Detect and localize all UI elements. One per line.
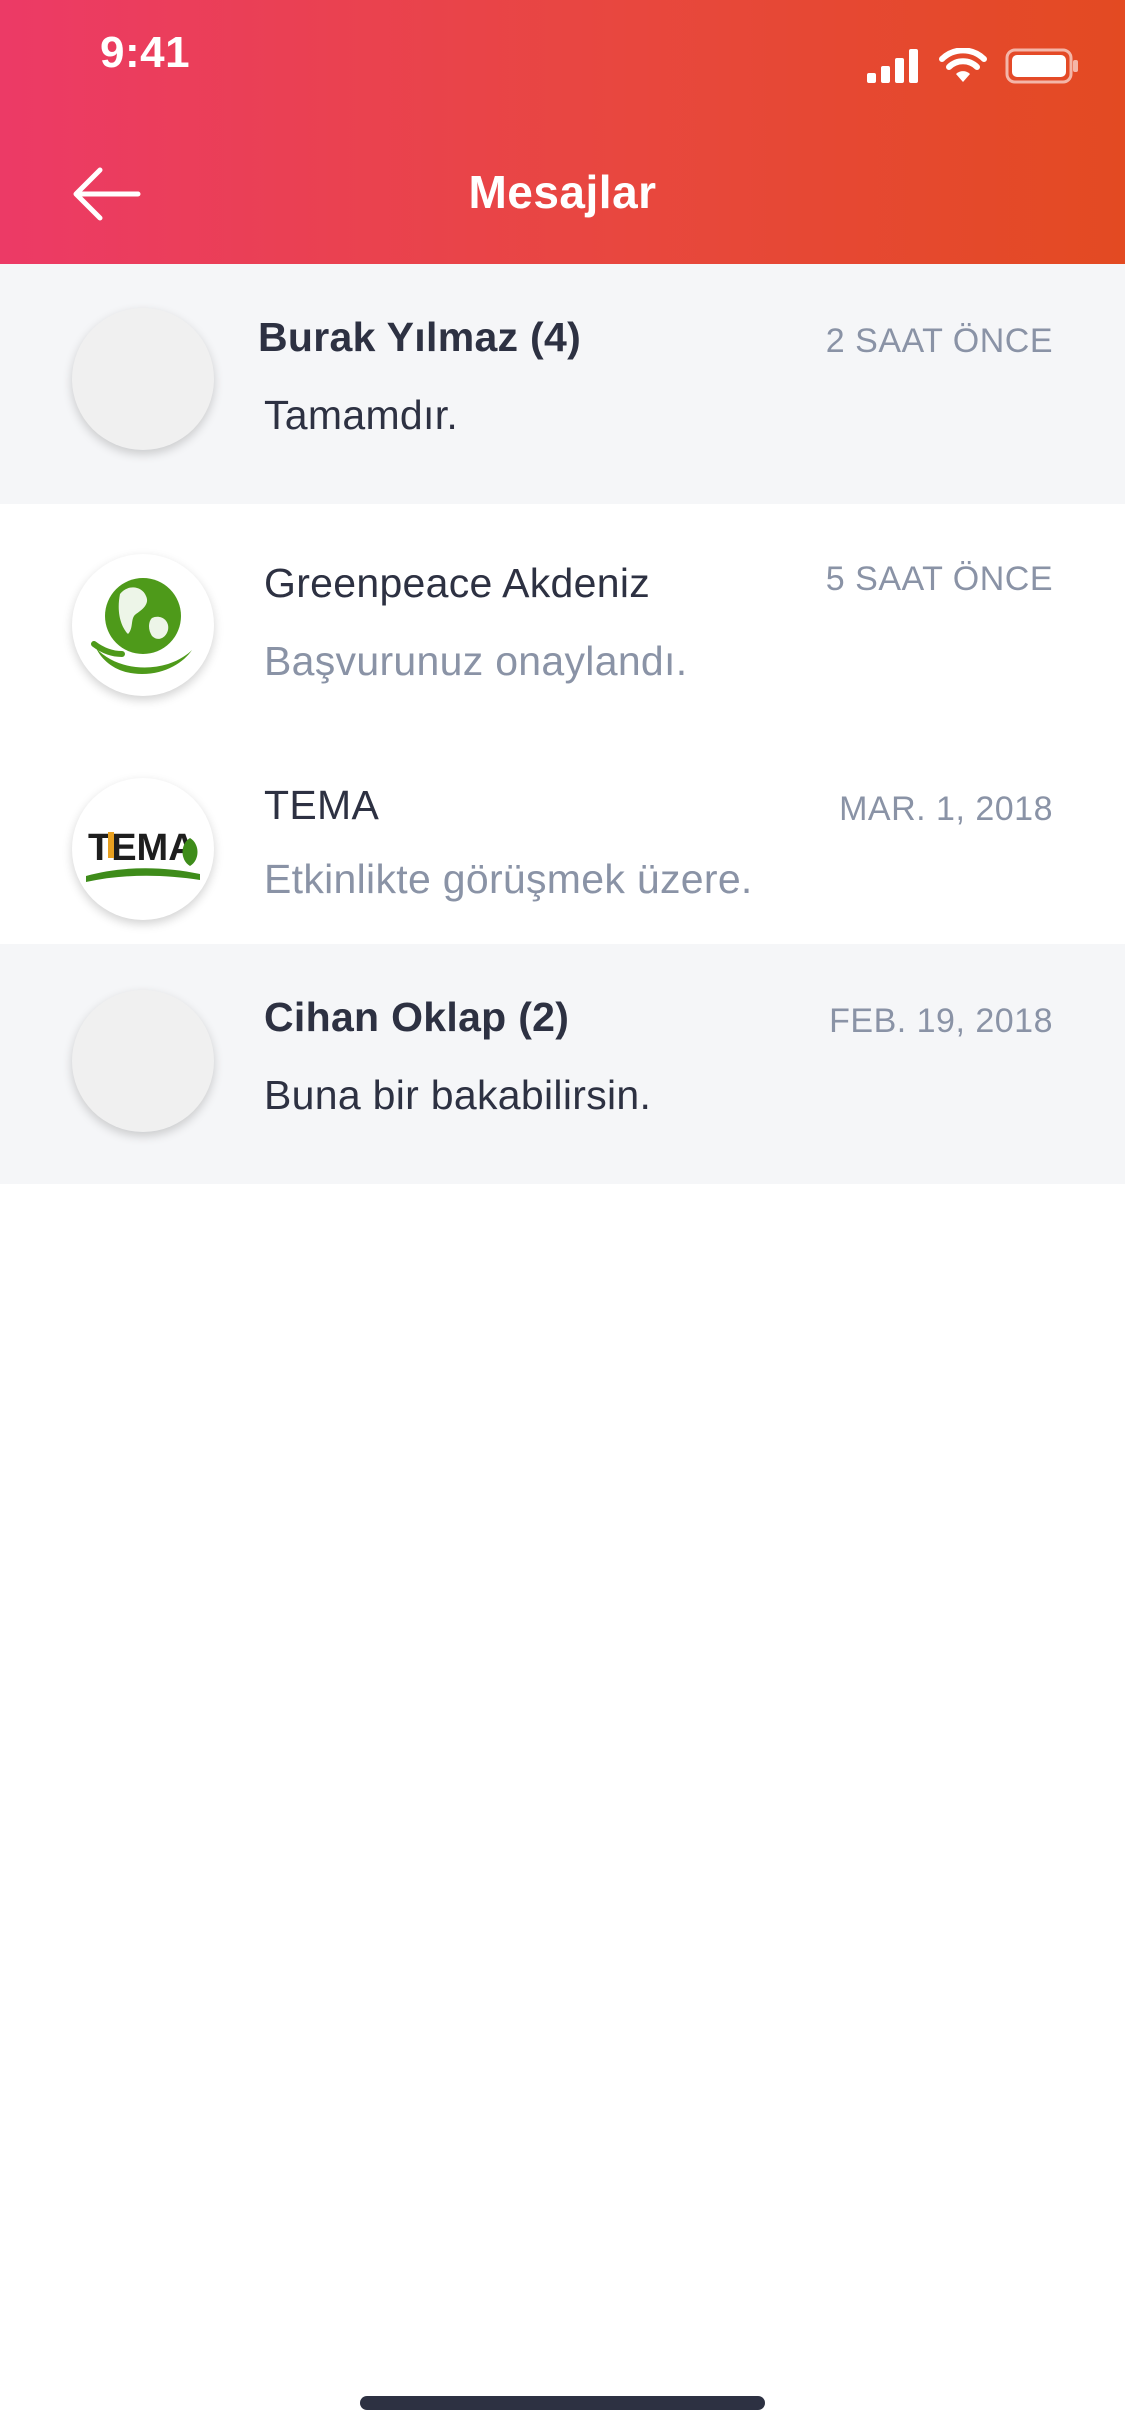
message-preview: Etkinlikte görüşmek üzere. [264,856,753,902]
sender-name: TEMA [264,782,380,828]
message-time: 2 SAAT ÖNCE [825,322,1053,360]
avatar [72,990,214,1132]
sender-name: Cihan Oklap (2) [264,994,570,1040]
wifi-icon [939,46,987,89]
sender-name: Burak Yılmaz (4) [258,314,582,360]
signal-icon [867,48,921,88]
message-row-tema[interactable]: TEMA TEMA MAR. 1, 2018 Etkinlikte görüşm… [0,744,1125,944]
tema-logo-icon: TEMA [72,778,214,920]
page-title: Mesajlar [468,166,657,218]
message-time: 5 SAAT ÖNCE [825,560,1053,598]
message-time: FEB. 19, 2018 [829,1002,1053,1040]
sender-name: Greenpeace Akdeniz [264,560,651,606]
greenpeace-avatar [72,554,214,696]
message-preview: Tamamdır. [264,392,459,438]
tema-logo-text: TEMA [88,827,196,869]
avatar [72,308,214,450]
tema-avatar: TEMA [72,778,214,920]
message-row-burak[interactable]: Burak Yılmaz (4) 2 SAAT ÖNCE Tamamdır. [0,264,1125,504]
message-preview: Başvurunuz onaylandı. [264,638,688,684]
message-time: MAR. 1, 2018 [839,790,1053,828]
battery-icon [1005,48,1079,89]
globe-logo-icon [72,554,214,696]
home-indicator[interactable] [360,2396,765,2410]
messages-list: Burak Yılmaz (4) 2 SAAT ÖNCE Tamamdır. G… [0,264,1125,1184]
header-bar: 9:41 Mesajlar [0,0,1125,264]
message-row-greenpeace[interactable]: Greenpeace Akdeniz 5 SAAT ÖNCE Başvurunu… [0,504,1125,744]
status-time: 9:41 [100,28,191,77]
message-preview: Buna bir bakabilirsin. [264,1072,652,1118]
status-icons [867,46,1079,89]
message-row-cihan[interactable]: Cihan Oklap (2) FEB. 19, 2018 Buna bir b… [0,944,1125,1184]
